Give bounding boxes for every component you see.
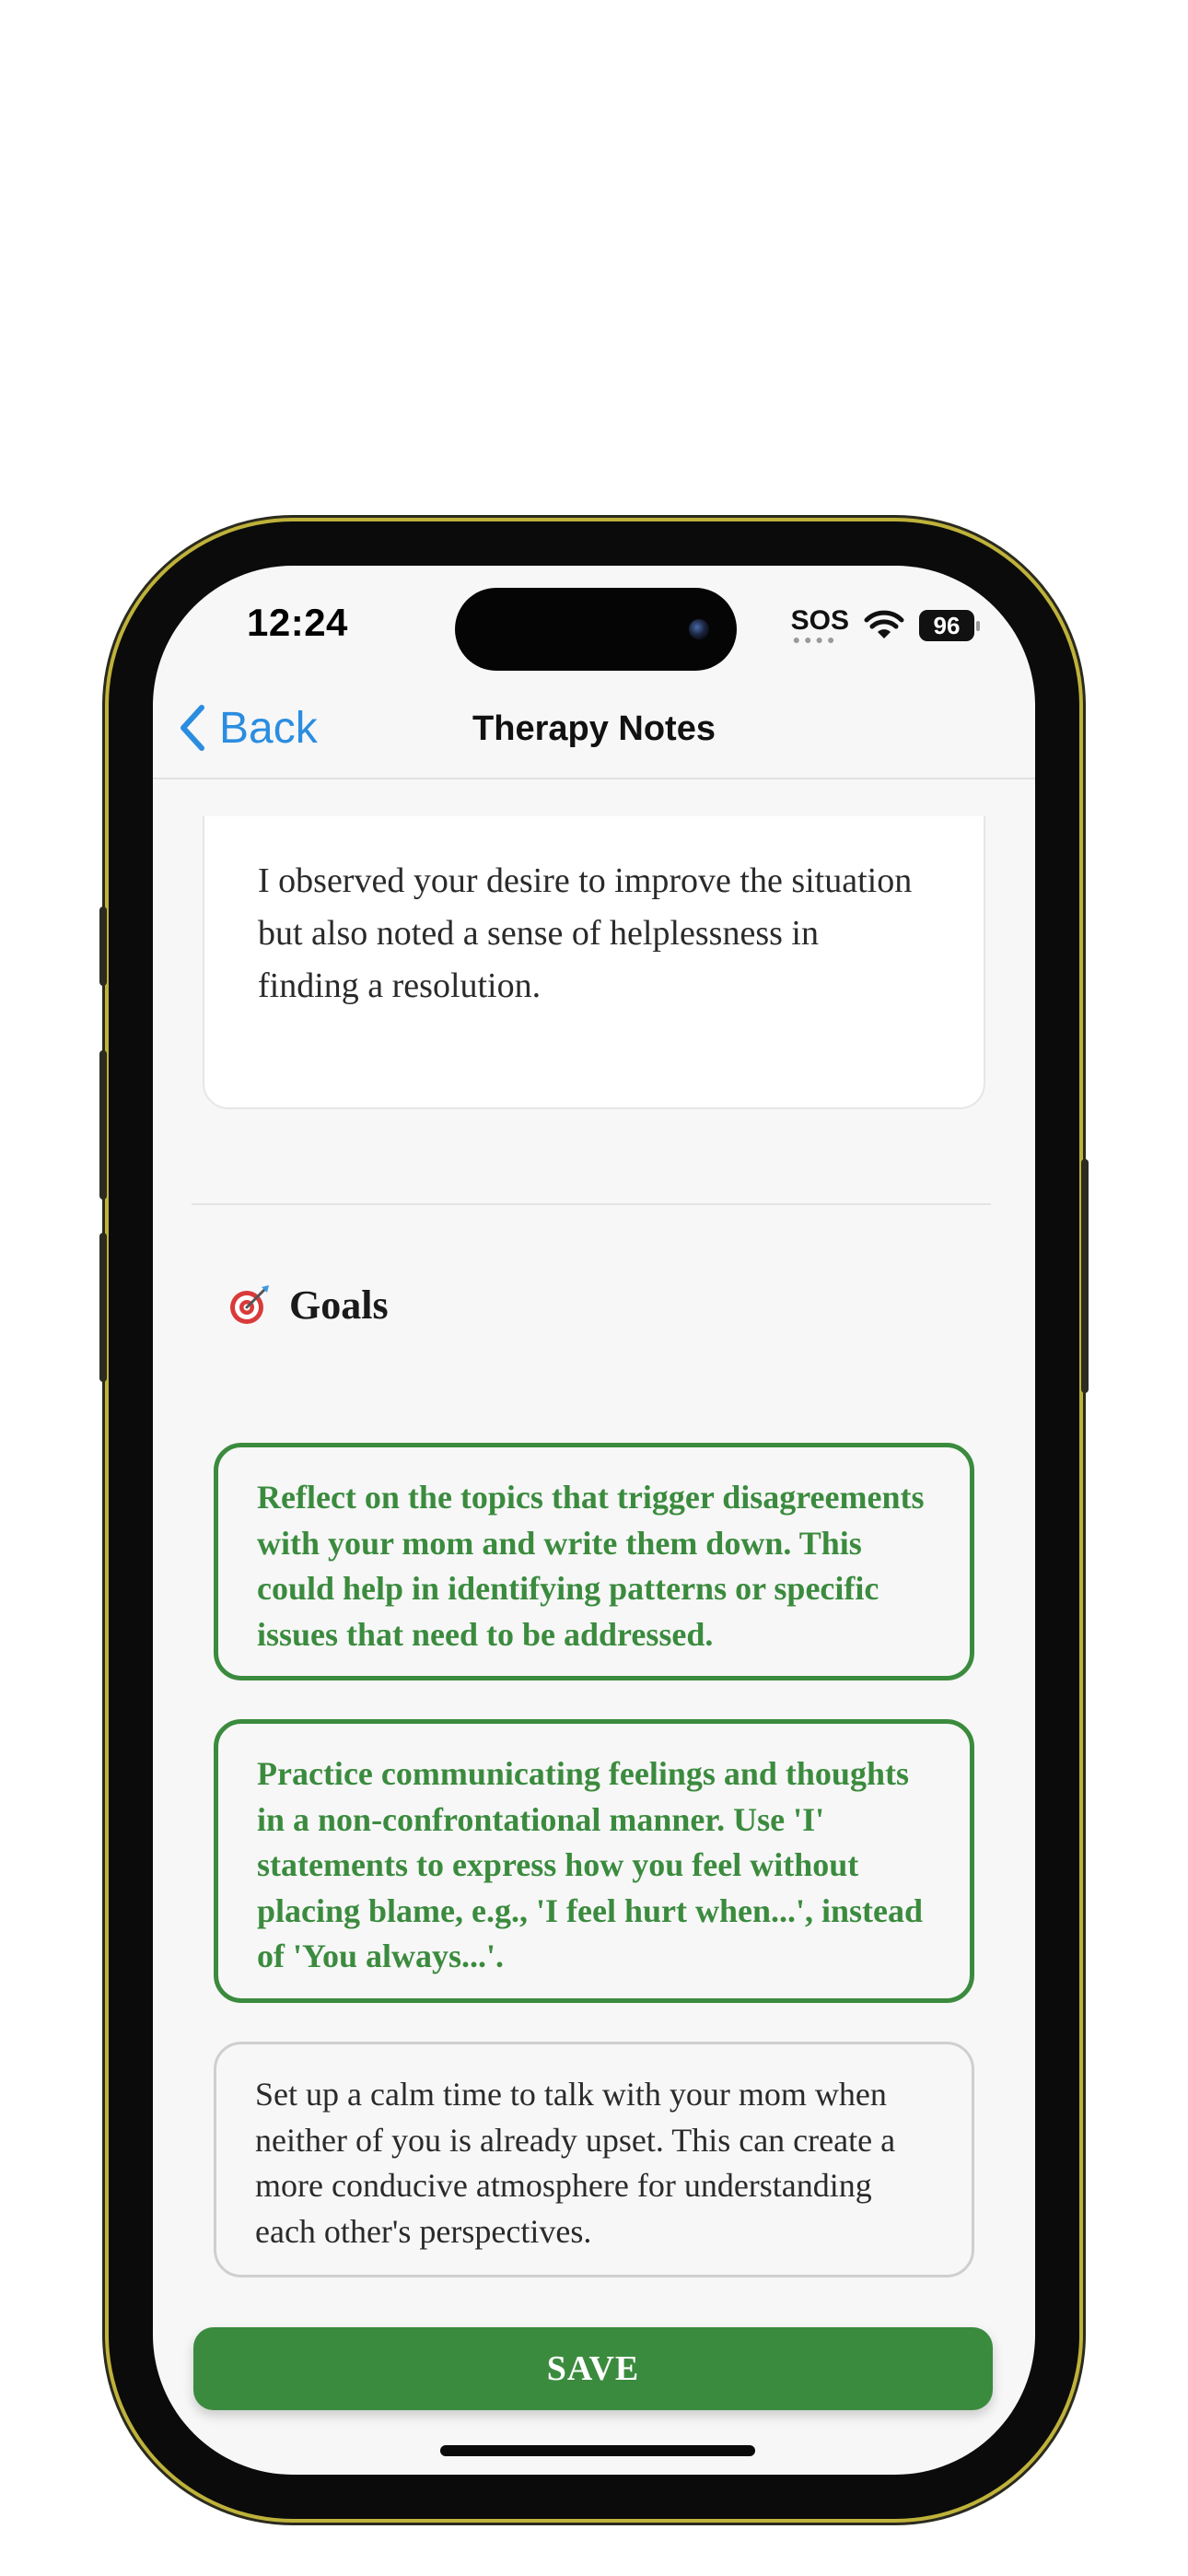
dynamic-island [455,588,737,671]
app-screen: 12:24 SOS ●●●● 96 Back Therapy Notes I o… [153,566,1035,2475]
save-button[interactable]: SAVE [193,2327,993,2410]
battery-level: 96 [933,611,961,639]
observation-text: I observed your desire to improve the si… [258,861,913,1005]
home-indicator[interactable] [440,2445,755,2456]
volume-down-button [99,1233,107,1382]
sos-indicator: SOS ●●●● [791,607,849,647]
camera-lens-icon [689,619,709,639]
action-button [99,907,107,986]
volume-up-button [99,1050,107,1200]
power-button [1081,1159,1089,1393]
goals-title: Goals [289,1282,389,1328]
status-indicators: SOS ●●●● 96 [791,603,980,649]
goal-card-selected[interactable]: Practice communicating feelings and thou… [214,1719,974,2003]
observation-card: I observed your desire to improve the si… [203,816,985,1109]
navigation-bar: Back Therapy Notes [153,682,1035,779]
goal-card-unselected[interactable]: Set up a calm time to talk with your mom… [214,2042,974,2277]
wifi-icon [864,610,904,638]
battery-icon: 96 [919,610,980,641]
target-icon [230,1285,269,1324]
goal-card-selected[interactable]: Reflect on the topics that trigger disag… [214,1443,974,1680]
goal-text: Practice communicating feelings and thou… [257,1755,924,1974]
save-button-label: SAVE [546,2349,640,2388]
page-title: Therapy Notes [472,709,716,748]
goal-text: Reflect on the topics that trigger disag… [257,1479,925,1653]
goals-header: Goals [227,1275,389,1334]
phone-frame: 12:24 SOS ●●●● 96 Back Therapy Notes I o… [99,521,1089,2519]
goal-text: Set up a calm time to talk with your mom… [255,2076,896,2250]
status-time: 12:24 [247,601,348,644]
signal-dots-icon: ●●●● [792,632,839,647]
section-divider [192,1203,991,1205]
